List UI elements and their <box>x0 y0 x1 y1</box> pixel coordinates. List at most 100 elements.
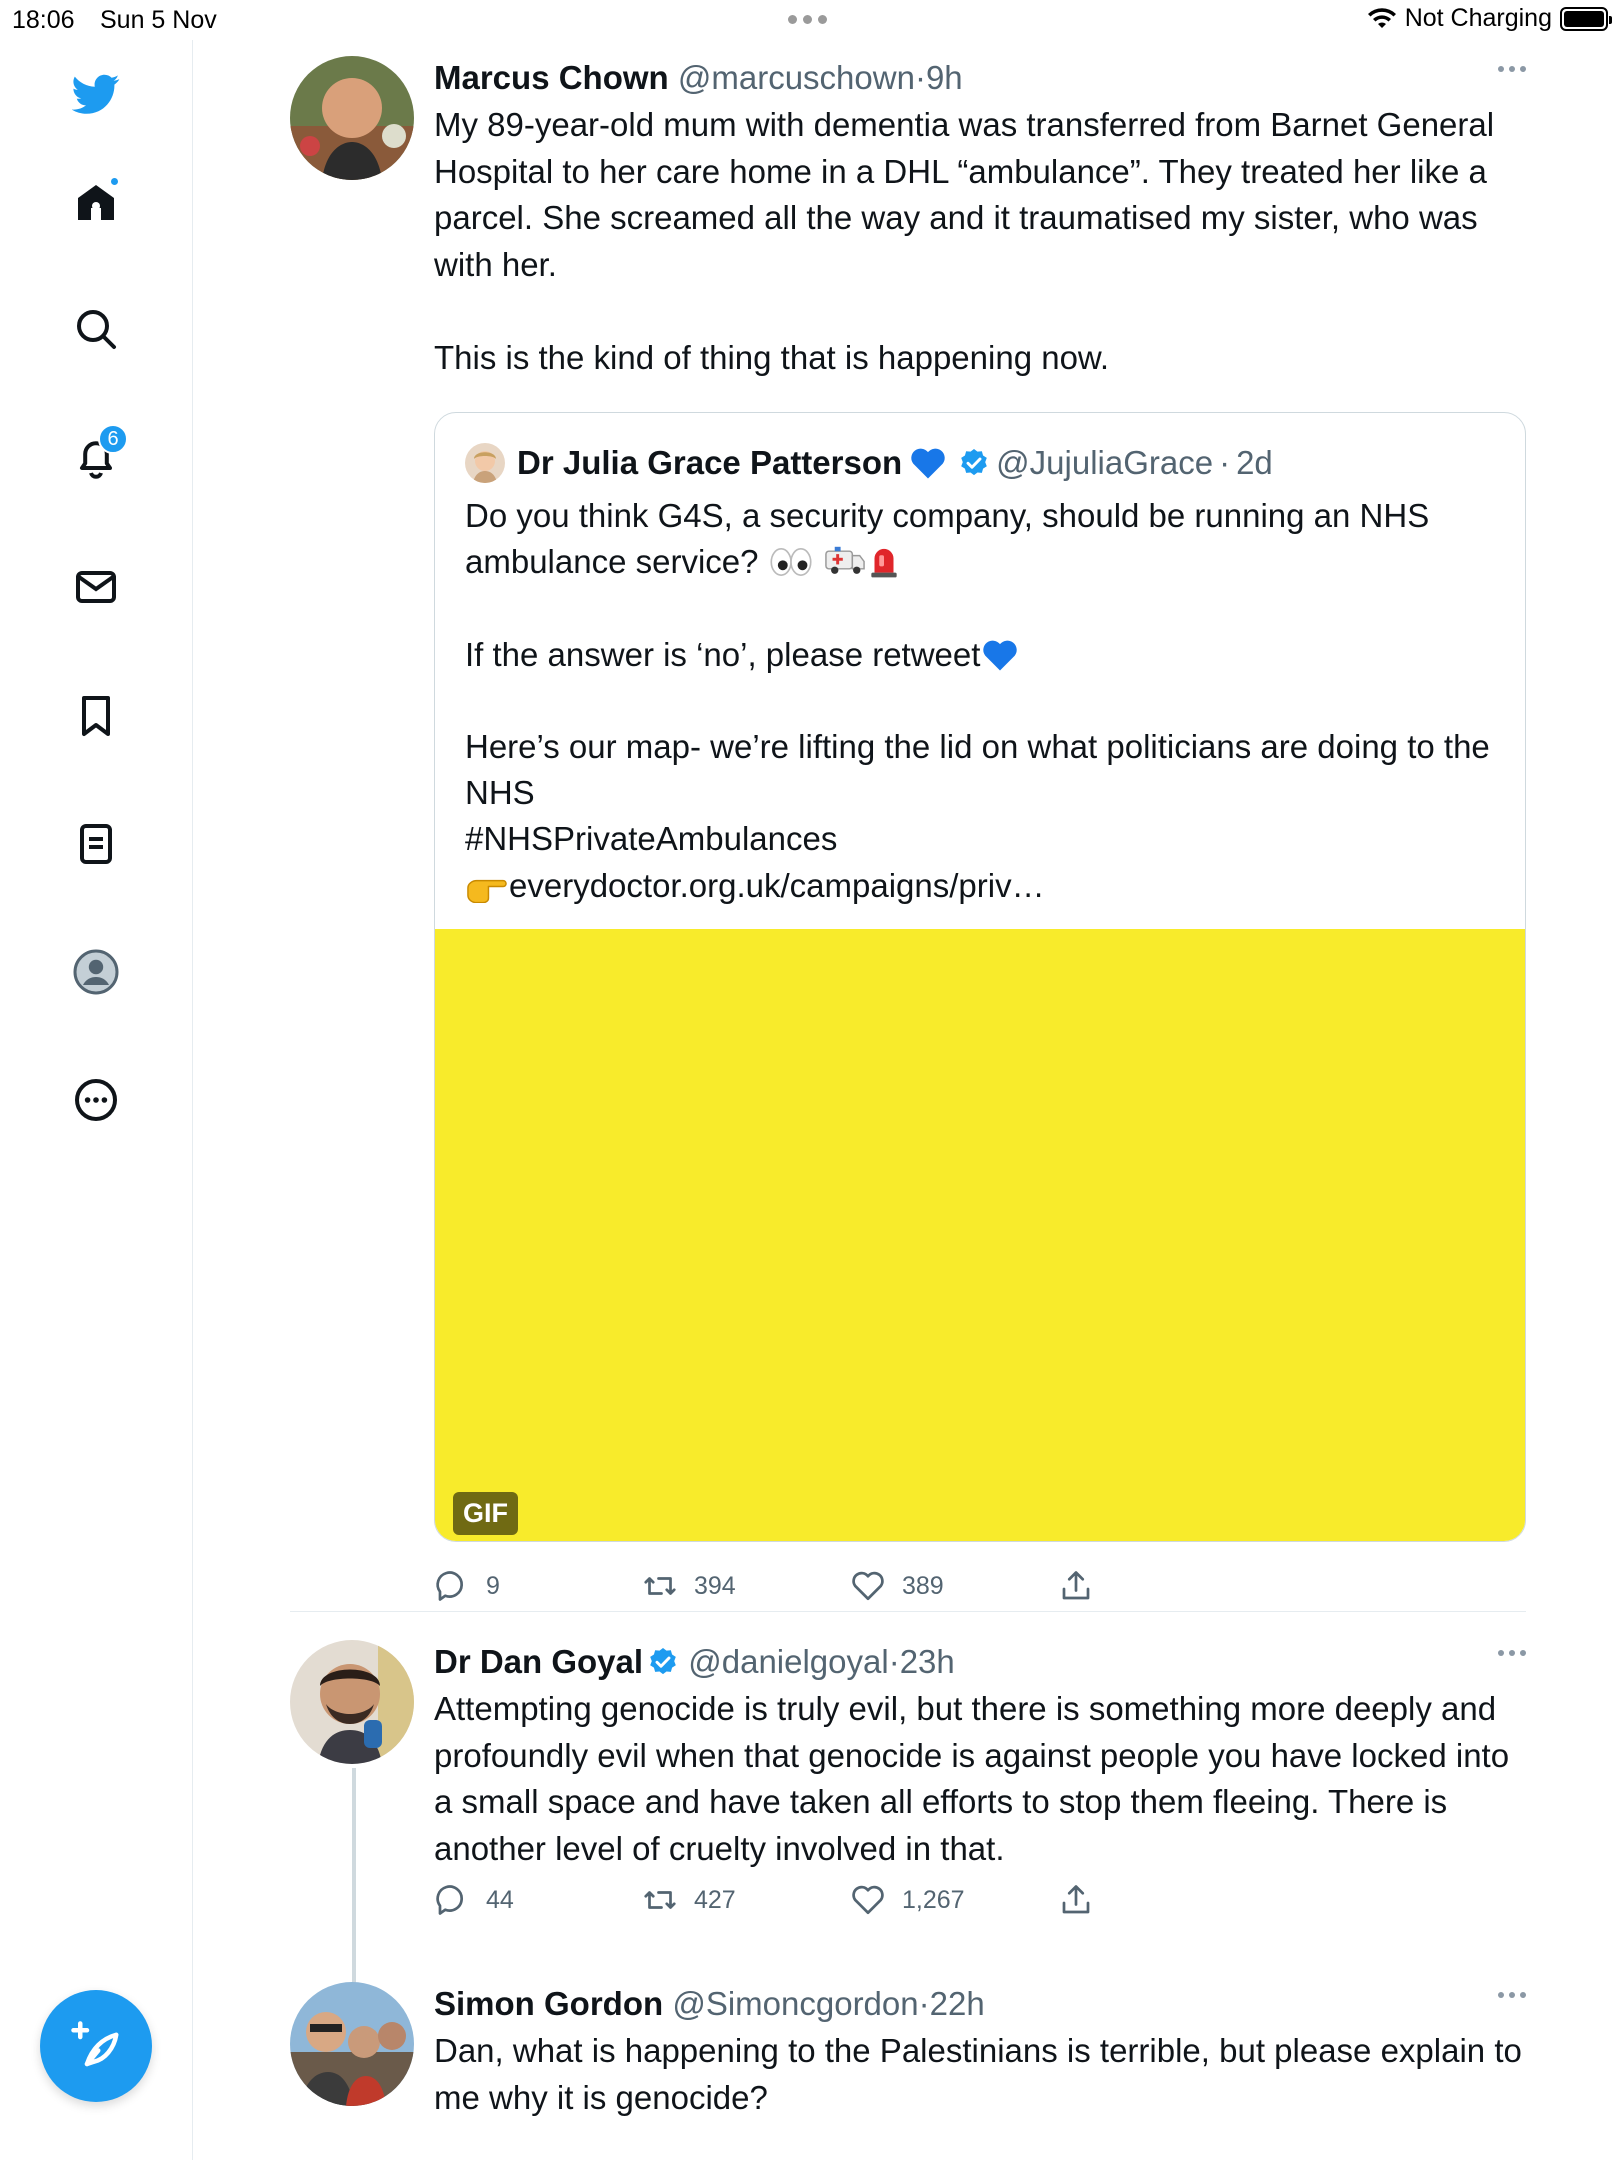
avatar[interactable] <box>290 1640 414 1764</box>
retweet-count: 394 <box>694 1571 736 1600</box>
more-options-icon[interactable] <box>1498 1992 1526 1998</box>
envelope-icon <box>76 571 116 603</box>
quote-text-line-1: Do you think G4S, a security company, sh… <box>465 497 1439 581</box>
tweet-text: My 89-year-old mum with dementia was tra… <box>434 106 1495 376</box>
author-name[interactable]: Marcus Chown <box>434 59 669 96</box>
separator: · <box>888 1643 900 1680</box>
like-count: 389 <box>902 1571 944 1600</box>
reply-count: 44 <box>486 1885 514 1914</box>
bird-icon <box>72 74 120 114</box>
pointing-hand-icon <box>467 879 507 903</box>
siren-emoji-icon <box>871 549 897 578</box>
tweet-text: Dan, what is happening to the Palestinia… <box>434 2032 1532 2116</box>
avatar[interactable] <box>290 56 414 180</box>
ambulance-emoji-icon <box>825 547 865 575</box>
tweet-content: Marcus Chown @marcuschown·9h My 89-year-… <box>434 56 1526 1601</box>
retweet-button[interactable]: 427 <box>642 1882 736 1918</box>
quote-header: Dr Julia Grace Patterson @JujuliaGrace · 2… <box>465 441 1273 485</box>
quote-author-handle[interactable]: @JujuliaGrace <box>996 441 1213 485</box>
avatar[interactable] <box>290 1982 414 2106</box>
share-button[interactable] <box>1058 1568 1094 1604</box>
thread-line <box>352 1768 356 2008</box>
sidebar: 6 <box>0 40 193 2160</box>
quote-link[interactable]: everydoctor.org.uk/campaigns/priv… <box>509 867 1045 904</box>
author-name[interactable]: Dr Dan Goyal <box>434 1643 643 1680</box>
reply-count: 9 <box>486 1571 500 1600</box>
status-right: Not Charging <box>1367 4 1612 33</box>
author-handle[interactable]: @marcuschown <box>678 59 915 96</box>
verified-badge-icon <box>650 1648 676 1675</box>
timestamp[interactable]: 22h <box>930 1985 985 2022</box>
more-icon[interactable] <box>60 1064 132 1136</box>
compose-tweet-button[interactable] <box>40 1990 152 2102</box>
blue-heart-icon <box>983 640 1018 671</box>
quote-text: Do you think G4S, a security company, sh… <box>465 493 1505 909</box>
author-handle[interactable]: @Simoncgordon <box>672 1985 918 2022</box>
feather-plus-icon <box>71 2021 119 2067</box>
like-button[interactable]: 389 <box>850 1568 944 1604</box>
separator: · <box>918 1985 930 2022</box>
reply-icon <box>436 1885 464 1915</box>
list-document-icon <box>80 824 112 864</box>
like-button[interactable]: 1,267 <box>850 1882 965 1918</box>
magnifier-icon <box>77 310 116 349</box>
quote-avatar <box>465 443 505 483</box>
quote-text-line-2: If the answer is ‘no’, please retweet <box>465 635 981 673</box>
wifi-icon <box>1367 7 1396 28</box>
status-date: Sun 5 Nov <box>100 6 217 34</box>
bookmarks-icon[interactable] <box>60 680 132 752</box>
charging-status: Not Charging <box>1404 4 1552 32</box>
divider <box>290 1611 1526 1612</box>
timestamp[interactable]: 9h <box>926 59 963 96</box>
tweet-actions: 44 427 1,267 <box>434 1882 1114 1926</box>
verified-badge-icon <box>961 449 987 476</box>
ellipsis-circle-icon <box>75 1079 117 1121</box>
more-options-icon[interactable] <box>1498 66 1526 72</box>
retweet-icon <box>644 1577 676 1595</box>
tweet-actions: 9 394 389 <box>434 1568 1114 1612</box>
eyes-emoji-icon <box>770 548 812 577</box>
more-options-icon[interactable] <box>1498 1650 1526 1656</box>
reply-icon <box>436 1571 464 1601</box>
like-count: 1,267 <box>902 1885 965 1914</box>
gif-badge: GIF <box>453 1492 518 1535</box>
retweet-button[interactable]: 394 <box>642 1568 736 1604</box>
tweet-content: Dr Dan Goyal @danielgoyal·23h Attempting… <box>434 1640 1526 1915</box>
tweet-text: Attempting genocide is truly evil, but t… <box>434 1690 1519 1867</box>
multitasking-dots[interactable] <box>788 15 827 24</box>
quote-text-line-3: Here’s our map- we’re lifting the lid on… <box>465 728 1490 858</box>
bookmark-icon <box>82 696 110 736</box>
separator: · <box>1219 444 1231 481</box>
tweet-header: Simon Gordon @Simoncgordon·22h <box>434 1982 1526 2026</box>
share-icon <box>1062 1571 1090 1600</box>
status-bar: 18:06 Sun 5 Nov Not Charging <box>0 0 1620 40</box>
notifications-badge: 6 <box>98 424 128 454</box>
share-icon <box>1062 1885 1090 1914</box>
home-icon[interactable] <box>60 166 132 238</box>
author-name[interactable]: Simon Gordon <box>434 1985 663 2022</box>
tweet-header: Marcus Chown @marcuschown·9h <box>434 56 1526 100</box>
share-button[interactable] <box>1058 1882 1094 1918</box>
gif-media[interactable]: GIF <box>435 929 1525 1541</box>
quote-author-name[interactable]: Dr Julia Grace Patterson <box>517 441 902 485</box>
messages-icon[interactable] <box>60 551 132 623</box>
tweet-header: Dr Dan Goyal @danielgoyal·23h <box>434 1640 1526 1684</box>
blue-heart-icon <box>911 448 945 479</box>
timestamp[interactable]: 23h <box>900 1643 955 1680</box>
quoted-tweet[interactable]: Dr Julia Grace Patterson @JujuliaGrace · 2… <box>434 412 1526 1542</box>
reply-button[interactable]: 44 <box>434 1882 514 1918</box>
search-icon[interactable] <box>60 293 132 365</box>
retweet-icon <box>644 1891 676 1909</box>
lists-icon[interactable] <box>60 808 132 880</box>
profile-icon[interactable] <box>60 936 132 1008</box>
home-unread-dot <box>109 176 120 187</box>
author-handle[interactable]: @danielgoyal <box>688 1643 888 1680</box>
quote-timestamp: 2d <box>1236 444 1273 481</box>
reply-button[interactable]: 9 <box>434 1568 500 1604</box>
separator: · <box>914 59 926 96</box>
notifications-icon[interactable]: 6 <box>60 422 132 494</box>
twitter-logo-icon[interactable] <box>60 58 132 130</box>
tweet-content: Simon Gordon @Simoncgordon·22h Dan, what… <box>434 1982 1526 2121</box>
heart-icon <box>852 1885 884 1915</box>
retweet-count: 427 <box>694 1885 736 1914</box>
